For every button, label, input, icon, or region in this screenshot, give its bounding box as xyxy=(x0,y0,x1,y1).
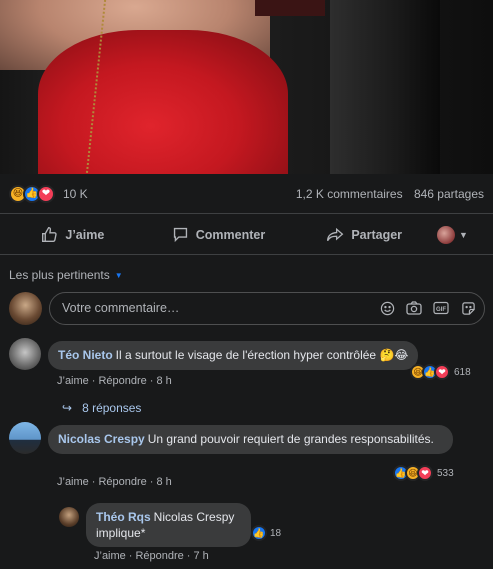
post-photo[interactable] xyxy=(0,0,493,174)
comment-bubble: Téo Nieto Il a surtout le visage de l'ére… xyxy=(48,341,419,370)
post-reactions[interactable]: 😆 👍 ❤ xyxy=(9,184,55,203)
comment-input[interactable]: Votre commentaire… GIF xyxy=(49,291,485,325)
comment-reply-link[interactable]: Répondre xyxy=(135,550,183,562)
comment-reactions[interactable]: 👍 18 xyxy=(251,525,281,541)
gif-icon[interactable]: GIF xyxy=(433,300,449,316)
thumbs-up-icon xyxy=(42,227,58,242)
comment-time[interactable]: 8 h xyxy=(156,375,171,387)
comment-item: Nicolas Crespy Un grand pouvoir requiert … xyxy=(9,422,453,454)
comment-meta: J’aime · Répondre · 8 h xyxy=(57,375,172,387)
comment-sort-label: Les plus pertinents xyxy=(9,268,110,282)
comment-item: Téo Nieto Il a surtout le visage de l'ére… xyxy=(9,338,419,370)
comment-meta: J’aime · Répondre · 7 h xyxy=(94,550,209,562)
comment-time[interactable]: 7 h xyxy=(193,550,208,562)
comment-reaction-count: 618 xyxy=(454,366,471,378)
love-reaction-icon: ❤ xyxy=(434,364,450,380)
comment-icon xyxy=(173,227,187,243)
comment-composer: Votre commentaire… GIF xyxy=(9,290,485,326)
avatar[interactable] xyxy=(9,422,41,454)
comment-bubble: Théo Rqs Nicolas Crespy implique* xyxy=(86,503,251,547)
comment-reactions[interactable]: 😆 👍 ❤ 618 xyxy=(410,364,471,380)
like-button-label: J’aime xyxy=(65,227,105,242)
photo-man-figure xyxy=(330,0,440,174)
comment-input-placeholder: Votre commentaire… xyxy=(62,301,180,315)
comment-button[interactable]: Commenter xyxy=(146,226,292,243)
post-stats: 😆 👍 ❤ 10 K 1,2 K commentaires 846 partag… xyxy=(0,174,493,214)
profile-avatar xyxy=(437,225,456,244)
photo-background-sign xyxy=(255,0,325,16)
comment-bubble: Nicolas Crespy Un grand pouvoir requiert … xyxy=(48,425,453,454)
comment-sort-dropdown[interactable]: Les plus pertinents ▼ xyxy=(9,268,123,282)
comment-author[interactable]: Nicolas Crespy xyxy=(58,432,145,446)
comment-meta: J’aime · Répondre · 8 h xyxy=(57,476,172,488)
chevron-down-icon: ▼ xyxy=(459,229,468,240)
like-button[interactable]: J’aime xyxy=(0,226,146,243)
shares-count[interactable]: 846 partages xyxy=(414,187,484,201)
view-replies-link[interactable]: ↪ 8 réponses xyxy=(62,401,141,415)
comment-like-link[interactable]: J’aime xyxy=(94,550,126,562)
comment-reaction-count: 18 xyxy=(270,527,282,539)
reaction-count[interactable]: 10 K xyxy=(63,187,88,201)
replies-count-label: 8 réponses xyxy=(82,401,142,415)
comment-like-link[interactable]: J’aime xyxy=(57,375,89,387)
emoji-icon[interactable] xyxy=(379,300,395,316)
comment-reaction-count: 533 xyxy=(437,467,454,479)
avatar[interactable] xyxy=(9,291,42,325)
comments-count[interactable]: 1,2 K commentaires xyxy=(296,187,403,201)
reaction-profile-selector[interactable]: ▼ xyxy=(437,225,493,244)
comment-like-link[interactable]: J’aime xyxy=(57,476,89,488)
share-button[interactable]: Partager xyxy=(291,227,437,243)
share-icon xyxy=(327,227,344,241)
comment-reply-link[interactable]: Répondre xyxy=(98,476,146,488)
comment-reactions[interactable]: 👍 😆 ❤ 533 xyxy=(393,465,454,481)
caret-down-icon: ▼ xyxy=(114,270,123,280)
sticker-icon[interactable] xyxy=(460,300,476,316)
share-button-label: Partager xyxy=(351,227,403,242)
love-reaction-icon: ❤ xyxy=(37,184,55,203)
comment-time[interactable]: 8 h xyxy=(156,476,171,488)
comment-author[interactable]: Théo Rqs xyxy=(96,510,151,524)
svg-text:GIF: GIF xyxy=(436,307,446,313)
post-action-bar: J’aime Commenter Partager ▼ xyxy=(0,215,493,255)
reply-item: Théo Rqs Nicolas Crespy implique* xyxy=(59,503,251,547)
comment-author[interactable]: Téo Nieto xyxy=(58,348,113,362)
avatar[interactable] xyxy=(59,507,79,527)
like-reaction-icon: 👍 xyxy=(251,525,267,541)
reply-arrow-icon: ↪ xyxy=(62,401,73,415)
photo-red-dress xyxy=(38,30,288,174)
avatar[interactable] xyxy=(9,338,41,370)
comment-text: Il a surtout le visage de l'érection hyp… xyxy=(115,348,409,362)
comment-text: Un grand pouvoir requiert de grandes res… xyxy=(147,432,434,446)
comment-button-label: Commenter xyxy=(195,227,266,242)
love-reaction-icon: ❤ xyxy=(417,465,433,481)
comment-reply-link[interactable]: Répondre xyxy=(98,375,146,387)
camera-icon[interactable] xyxy=(406,300,422,316)
